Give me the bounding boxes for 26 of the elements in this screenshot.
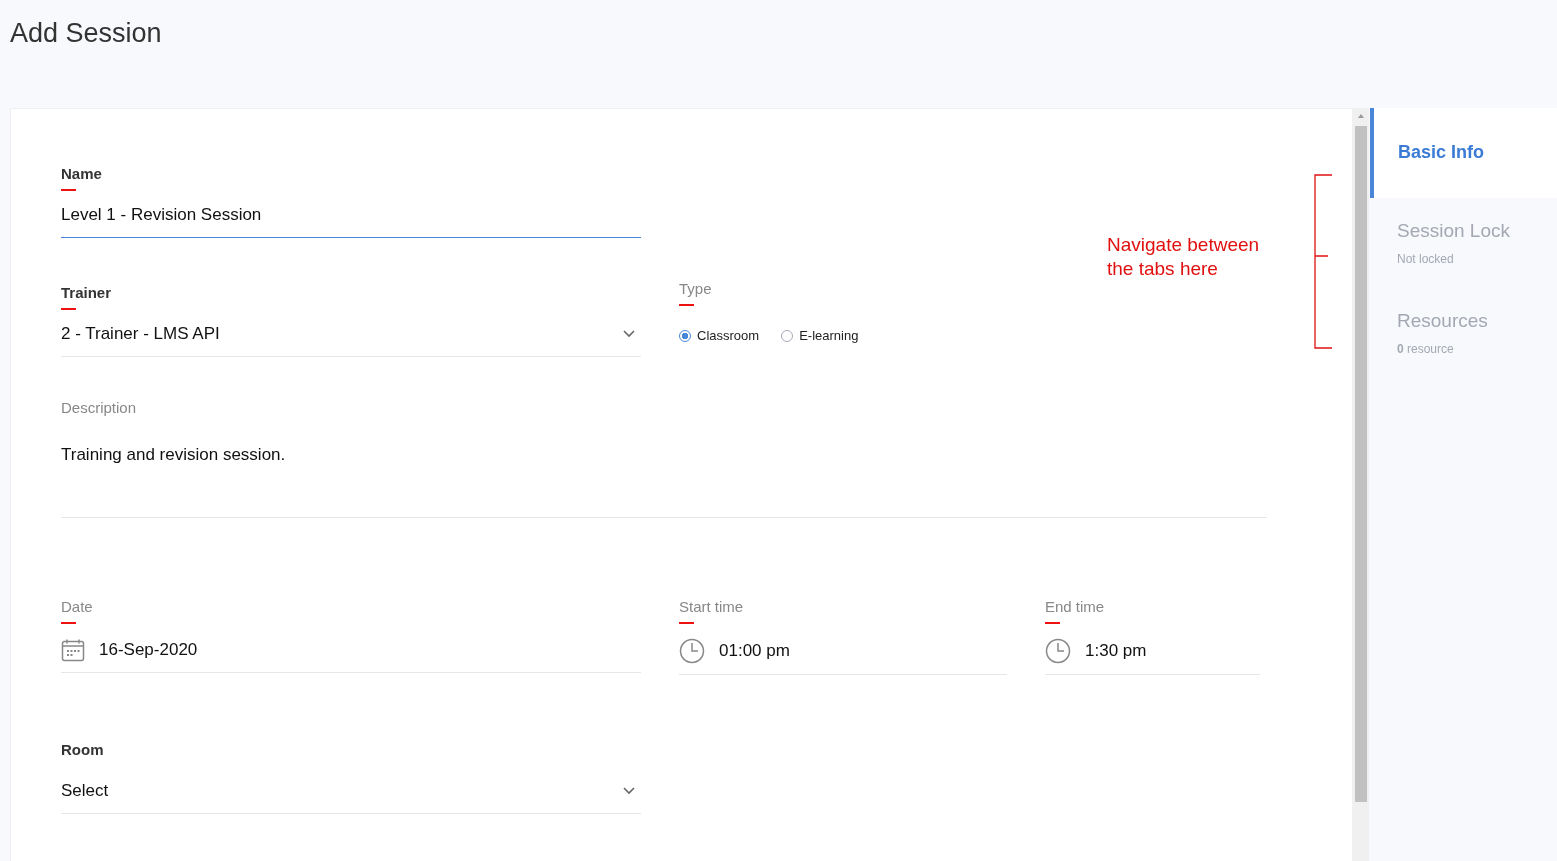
- field-label: Room: [61, 741, 104, 758]
- date-field[interactable]: 16-Sep-2020: [99, 640, 198, 660]
- field-label: Date: [61, 598, 93, 615]
- field-label: Start time: [679, 598, 744, 615]
- annotation-text: Navigate between the tabs here: [1107, 233, 1261, 281]
- radio-option[interactable]: E-learning: [781, 328, 859, 343]
- field-label: Type: [679, 280, 712, 297]
- end-time-field[interactable]: 1:30 pm: [1085, 641, 1147, 661]
- radio-option[interactable]: Classroom: [679, 328, 760, 343]
- calendar-icon: [61, 638, 85, 662]
- name-field[interactable]: Level 1 - Revision Session: [61, 205, 641, 238]
- page-title: Add Session: [9, 17, 163, 50]
- side-tab[interactable]: Basic Info: [1370, 108, 1557, 198]
- field-label: Name: [61, 165, 102, 182]
- room-select[interactable]: Select: [61, 781, 641, 814]
- start-time-field[interactable]: 01:00 pm: [719, 641, 790, 661]
- description-field[interactable]: Training and revision session.: [61, 445, 1267, 518]
- field-label: End time: [1045, 598, 1105, 615]
- clock-icon: [1045, 638, 1071, 664]
- trainer-select[interactable]: 2 - Trainer - LMS API: [61, 324, 641, 357]
- scrollbar[interactable]: [1353, 108, 1369, 861]
- chevron-down-icon: [623, 330, 635, 338]
- field-label: Trainer: [61, 284, 112, 301]
- field-label: Description: [61, 399, 137, 416]
- chevron-down-icon: [623, 787, 635, 795]
- clock-icon: [679, 638, 705, 664]
